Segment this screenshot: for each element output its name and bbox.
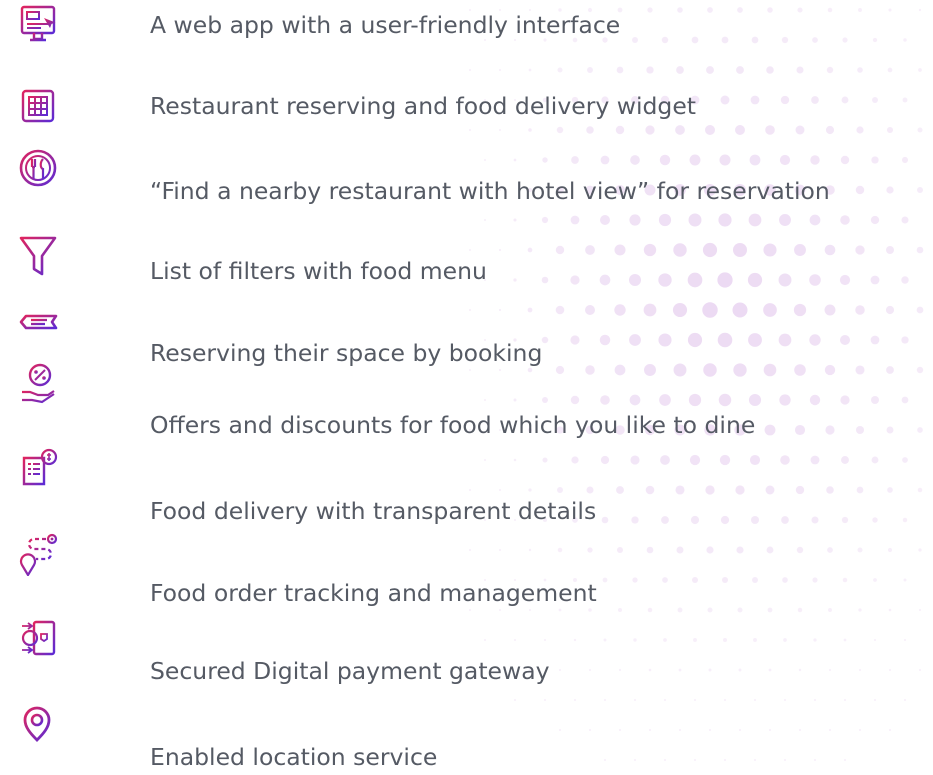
feature-item-payment: Secured Digital payment gateway [0, 618, 933, 685]
secure-payment-icon [18, 618, 62, 662]
feature-label: List of filters with food menu [150, 257, 487, 285]
feature-label: A web app with a user-friendly interface [150, 11, 621, 39]
feature-label: Enabled location service [150, 743, 438, 771]
location-pin-icon [18, 702, 62, 746]
feature-item-filters: List of filters with food menu [0, 234, 933, 294]
feature-item-tracking: Food order tracking and management [0, 532, 933, 607]
route-tracking-icon [18, 532, 62, 576]
feature-item-booking: Reserving their space by booking [0, 308, 933, 368]
feature-label: Restaurant reserving and food delivery w… [150, 92, 696, 120]
delivery-receipt-icon [18, 448, 62, 492]
restaurant-cutlery-icon [18, 148, 62, 192]
feature-item-web-app: A web app with a user-friendly interface [0, 4, 933, 64]
feature-label: Secured Digital payment gateway [150, 657, 550, 685]
feature-item-find-restaurant: “Find a nearby restaurant with hotel vie… [0, 148, 933, 208]
filter-funnel-icon [18, 234, 62, 278]
web-app-monitor-icon [18, 4, 62, 48]
feature-item-offers: Offers and discounts for food which you … [0, 362, 933, 439]
discount-hand-icon [18, 362, 62, 406]
feature-item-delivery: Food delivery with transparent details [0, 448, 933, 525]
feature-item-widget: Restaurant reserving and food delivery w… [0, 88, 933, 148]
feature-label: Food order tracking and management [150, 579, 597, 607]
feature-label: “Find a nearby restaurant with hotel vie… [150, 177, 830, 205]
feature-item-location: Enabled location service [0, 702, 933, 771]
feature-label: Food delivery with transparent details [150, 497, 597, 525]
feature-list: A web app with a user-friendly interface… [0, 0, 933, 775]
booking-ticket-icon [18, 308, 62, 352]
widget-grid-icon [18, 88, 62, 132]
feature-label: Offers and discounts for food which you … [150, 411, 756, 439]
